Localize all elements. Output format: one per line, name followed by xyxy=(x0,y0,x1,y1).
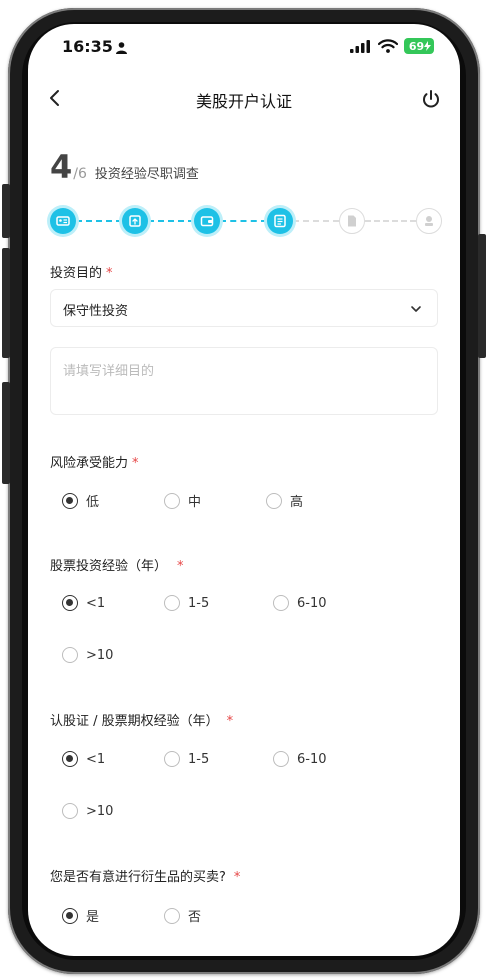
step-node-4 xyxy=(267,208,293,234)
radio-label: >10 xyxy=(86,803,114,819)
chevron-down-icon xyxy=(411,306,421,312)
investment-purpose-select[interactable]: 保守性投资 xyxy=(50,289,438,327)
label-warrant-experience: 认股证 / 股票期权经验（年） * xyxy=(50,710,233,729)
person-icon xyxy=(116,42,127,54)
upload-document-icon xyxy=(129,215,141,227)
progress-link-4 xyxy=(293,220,339,222)
radio-stock-exp-gt10[interactable]: >10 xyxy=(62,647,113,663)
volume-up-button xyxy=(2,248,10,358)
step-node-5 xyxy=(339,208,365,234)
radio-label: <1 xyxy=(86,751,106,767)
progress-link-3 xyxy=(220,220,267,222)
battery-level: 69 xyxy=(408,39,425,53)
step-title: 投资经验尽职调查 xyxy=(94,167,199,182)
radio-dot xyxy=(273,595,289,611)
label-text: 您是否有意进行衍生品的买卖? xyxy=(50,870,226,885)
label-derivatives-intent: 您是否有意进行衍生品的买卖? * xyxy=(50,866,240,885)
radio-stock-exp-1-5[interactable]: 1-5 xyxy=(164,595,209,611)
required-mark: * xyxy=(226,714,234,729)
label-text: 股票投资经验（年） xyxy=(50,559,168,574)
purpose-detail-input[interactable] xyxy=(50,347,438,415)
mute-switch xyxy=(2,184,10,238)
step-node-6 xyxy=(416,208,442,234)
step-node-1 xyxy=(50,208,76,234)
power-icon[interactable] xyxy=(420,88,442,110)
radio-label: 否 xyxy=(188,910,202,925)
step-node-2 xyxy=(122,208,148,234)
radio-warrant-exp-1-5[interactable]: 1-5 xyxy=(164,751,209,767)
signature-stamp-icon xyxy=(425,216,433,226)
radio-dot xyxy=(164,907,180,924)
radio-warrant-exp-6-10[interactable]: 6-10 xyxy=(273,751,327,767)
wallet-icon xyxy=(200,216,214,227)
radio-dot xyxy=(62,907,78,924)
radio-label: 6-10 xyxy=(297,751,327,767)
questionnaire-icon xyxy=(274,214,286,228)
radio-label: 高 xyxy=(290,495,304,510)
progress-link-2 xyxy=(148,220,194,222)
label-stock-experience: 股票投资经验（年） * xyxy=(50,555,184,574)
radio-dot xyxy=(62,647,78,663)
radio-dot xyxy=(266,492,282,509)
progress-link-5 xyxy=(365,220,416,222)
radio-label: 是 xyxy=(86,910,100,925)
wifi-icon xyxy=(378,39,398,53)
investment-purpose-value: 保守性投资 xyxy=(63,304,129,319)
id-card-icon xyxy=(56,216,70,226)
volume-down-button xyxy=(2,382,10,484)
radio-dot xyxy=(62,751,78,767)
label-text: 投资目的 xyxy=(50,266,103,281)
required-mark: * xyxy=(177,559,184,574)
radio-dot xyxy=(62,595,78,611)
app-screen: 16:35 69 美股开户认证 4 /6 投资经验尽职调查 投资目的 * 保守性… xyxy=(28,24,460,956)
label-risk-tolerance: 风险承受能力 * xyxy=(50,452,139,471)
radio-label: 低 xyxy=(86,495,100,510)
power-side-button xyxy=(478,234,486,358)
radio-dot xyxy=(164,595,180,611)
page-title: 美股开户认证 xyxy=(195,92,292,111)
required-mark: * xyxy=(106,266,113,281)
radio-dot xyxy=(62,803,78,819)
required-mark: * xyxy=(132,456,139,471)
step-indicator: 4 /6 投资经验尽职调查 xyxy=(50,148,199,186)
document-icon xyxy=(348,215,356,227)
status-bar: 16:35 69 xyxy=(28,24,460,70)
step-current: 4 xyxy=(50,148,73,186)
radio-risk-medium[interactable]: 中 xyxy=(164,491,201,510)
radio-label: 6-10 xyxy=(297,595,327,611)
radio-warrant-exp-gt10[interactable]: >10 xyxy=(62,803,113,819)
progress-steps xyxy=(50,208,442,234)
charging-bolt-icon xyxy=(424,41,431,51)
radio-stock-exp-lt1[interactable]: <1 xyxy=(62,595,105,611)
radio-dot xyxy=(273,751,289,767)
radio-dot xyxy=(62,492,78,509)
radio-risk-low[interactable]: 低 xyxy=(62,491,99,510)
cellular-signal-icon xyxy=(350,40,370,53)
navigation-bar: 美股开户认证 xyxy=(28,74,460,124)
radio-label: >10 xyxy=(86,647,114,663)
radio-dot xyxy=(164,492,180,509)
radio-label: <1 xyxy=(86,595,106,611)
progress-link-1 xyxy=(76,220,122,222)
label-text: 认股证 / 股票期权经验（年） xyxy=(50,714,219,729)
required-mark: * xyxy=(233,870,241,885)
radio-label: 中 xyxy=(188,495,202,510)
step-total: /6 xyxy=(73,166,87,182)
battery-indicator: 69 xyxy=(404,38,434,54)
radio-risk-high[interactable]: 高 xyxy=(266,491,303,510)
radio-warrant-exp-lt1[interactable]: <1 xyxy=(62,751,105,767)
label-investment-purpose: 投资目的 * xyxy=(50,262,113,281)
radio-derivatives-yes[interactable]: 是 xyxy=(62,906,99,925)
radio-dot xyxy=(164,751,180,767)
radio-derivatives-no[interactable]: 否 xyxy=(164,906,201,925)
status-time: 16:35 xyxy=(62,37,113,56)
label-text: 风险承受能力 xyxy=(50,456,129,471)
radio-stock-exp-6-10[interactable]: 6-10 xyxy=(273,595,327,611)
radio-label: 1-5 xyxy=(188,595,210,611)
radio-label: 1-5 xyxy=(188,751,210,767)
step-node-3 xyxy=(194,208,220,234)
